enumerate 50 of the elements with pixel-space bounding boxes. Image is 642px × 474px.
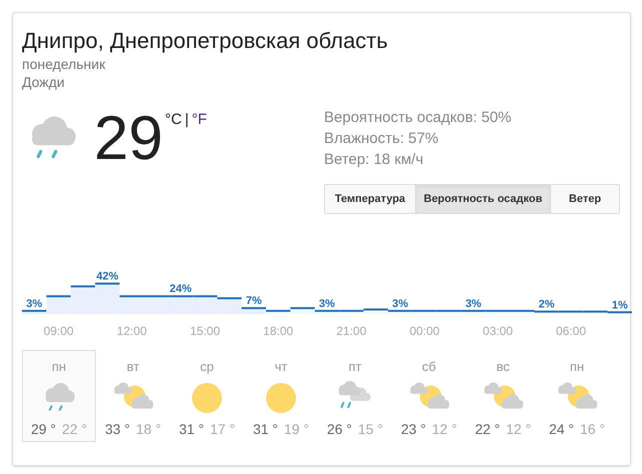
- day-name: пт: [348, 358, 362, 376]
- time-label: 21:00: [336, 323, 366, 340]
- time-label: 06:00: [556, 323, 586, 340]
- celsius-unit: °C: [164, 110, 182, 130]
- low-temperature: 16 °: [580, 420, 606, 438]
- high-temperature: 31 °: [252, 420, 278, 438]
- high-temperature: 33 °: [104, 420, 130, 438]
- day-name: ср: [200, 358, 214, 376]
- value-label: 24%: [170, 283, 192, 296]
- high-temperature: 24 °: [548, 420, 574, 438]
- value-label: 2%: [538, 298, 555, 311]
- time-label: 03:00: [482, 323, 513, 340]
- day-label: понедельник: [22, 55, 106, 73]
- value-label: 3%: [319, 298, 335, 310]
- value-label: 3%: [26, 298, 42, 310]
- high-temperature: 29 °: [30, 420, 56, 438]
- day-name: чт: [274, 358, 288, 376]
- low-temperature: 12 °: [506, 420, 532, 438]
- time-label: 18:00: [263, 323, 294, 340]
- location-title: Днипро, Днепропетровская область: [22, 27, 389, 55]
- time-label: 12:00: [116, 323, 147, 340]
- value-label: 3%: [465, 298, 482, 310]
- value-label: 1%: [612, 299, 628, 312]
- day-name: вс: [496, 358, 510, 376]
- day-name: пн: [570, 358, 584, 376]
- low-temperature: 15 °: [358, 420, 384, 438]
- day-name: пн: [52, 358, 66, 376]
- current-temperature: 29: [94, 107, 163, 171]
- high-temperature: 31 °: [178, 420, 204, 438]
- unit-separator: |: [184, 110, 189, 130]
- high-temperature: 22 °: [474, 420, 500, 438]
- day-name: сб: [422, 358, 436, 376]
- low-temperature: 22 °: [62, 420, 88, 438]
- low-temperature: 19 °: [284, 420, 310, 438]
- low-temperature: 12 °: [432, 420, 458, 438]
- time-label: 00:00: [410, 323, 440, 340]
- time-label: 09:00: [44, 323, 74, 340]
- value-label: 7%: [246, 295, 262, 308]
- low-temperature: 17 °: [210, 420, 236, 438]
- value-label: 42%: [96, 270, 118, 283]
- weather-detail: Ветер: 18 км/ч: [324, 150, 424, 170]
- condition-label: Дожди: [22, 73, 66, 91]
- weather-detail: Вероятность осадков: 50%: [324, 108, 512, 128]
- high-temperature: 26 °: [326, 420, 352, 438]
- time-label: 15:00: [190, 323, 220, 340]
- value-label: 3%: [392, 298, 408, 310]
- high-temperature: 23 °: [400, 420, 426, 438]
- weather-detail: Влажность: 57%: [324, 129, 440, 149]
- low-temperature: 18 °: [136, 420, 162, 438]
- day-name: вт: [126, 358, 140, 376]
